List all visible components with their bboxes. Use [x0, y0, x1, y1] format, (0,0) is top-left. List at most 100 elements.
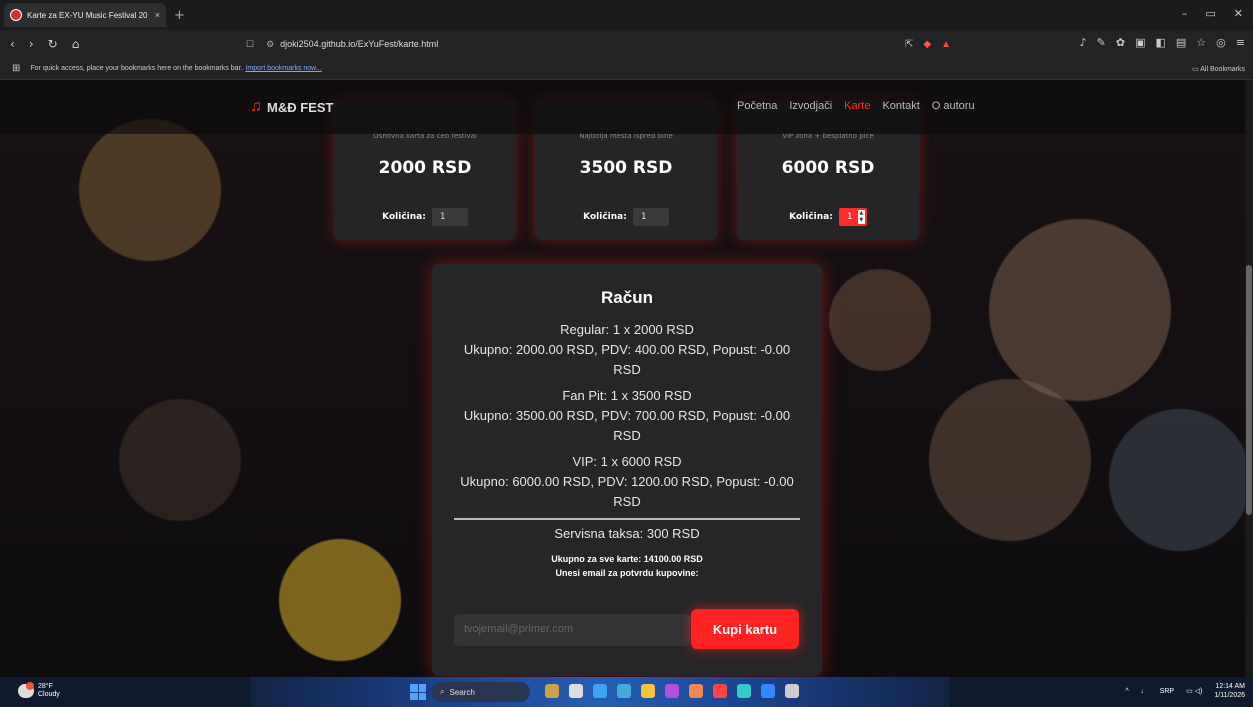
bill-item-line: VIP: 1 x 6000 RSD	[572, 454, 682, 469]
site-favicon-icon	[10, 9, 22, 21]
browser-tab[interactable]: Karte za EX-YU Music Festival 20 ×	[4, 3, 166, 27]
brave-app-icon[interactable]	[713, 684, 727, 698]
game-app-icon[interactable]	[689, 684, 703, 698]
bill-item-total: Ukupno: 2000.00 RSD, PDV: 400.00 RSD, Po…	[463, 342, 791, 377]
quantity-label: Količina:	[789, 212, 833, 222]
heart-app-icon[interactable]	[665, 684, 679, 698]
chrome-app-icon[interactable]	[737, 684, 751, 698]
bill-item-fanpit: Fan Pit: 1 x 3500 RSD Ukupno: 3500.00 RS…	[432, 386, 822, 446]
menu-item-pocetna[interactable]: Početna	[737, 100, 777, 112]
sidebar-icon[interactable]: ◧	[1155, 36, 1165, 49]
bill-item-vip: VIP: 1 x 6000 RSD Ukupno: 6000.00 RSD, P…	[432, 452, 822, 512]
all-bookmarks-label: All Bookmarks	[1200, 65, 1245, 73]
calculator-icon[interactable]	[785, 684, 799, 698]
tab-close-icon[interactable]: ×	[155, 10, 160, 20]
grand-total: Ukupno za sve karte: 14100.00 RSD	[551, 554, 703, 564]
start-button[interactable]	[410, 684, 426, 700]
clock[interactable]: 12:14 AM 1/11/2026	[1214, 682, 1245, 700]
ticket-price: 3500 RSD	[579, 158, 673, 178]
site-info-icon[interactable]: ⚙	[266, 39, 274, 50]
scrollbar-thumb[interactable]	[1246, 265, 1252, 515]
tab-title: Karte za EX-YU Music Festival 20	[27, 10, 148, 20]
import-bookmarks-link[interactable]: Import bookmarks now...	[245, 65, 321, 72]
quantity-label: Količina:	[583, 212, 627, 222]
menu-icon[interactable]: ≡	[1236, 36, 1245, 49]
minimize-icon[interactable]: –	[1182, 7, 1188, 20]
vpn-icon[interactable]: ◎	[1216, 36, 1226, 49]
email-input[interactable]: tvojemail@primer.com	[454, 614, 690, 646]
quantity-input-vip[interactable]: 1 ▲ ▼	[838, 208, 867, 226]
bill-item-line: Fan Pit: 1 x 3500 RSD	[562, 388, 692, 403]
bookmarks-bar: ⊞ For quick access, place your bookmarks…	[0, 58, 1253, 80]
ticket-price: 2000 RSD	[378, 158, 472, 178]
service-fee: Servisna taksa: 300 RSD	[554, 526, 700, 541]
bookmarks-hint: For quick access, place your bookmarks h…	[30, 65, 243, 72]
menu-item-o-autoru[interactable]: O autoru	[932, 100, 975, 112]
vscode-icon[interactable]	[761, 684, 775, 698]
bookmark-icon[interactable]: ☐	[246, 39, 254, 50]
extensions-icon[interactable]: ✿	[1116, 36, 1125, 49]
browser-toolbar: ♪ ✎ ✿ ▣ ◧ ▤ ☆ ◎ ≡	[1080, 36, 1245, 49]
weather-temp: 28°F	[38, 683, 53, 690]
email-prompt: Unesi email za potvrdu kupovine:	[555, 568, 699, 578]
favorites-icon[interactable]: ☆	[1196, 36, 1206, 49]
restore-icon[interactable]: ▭	[1205, 7, 1215, 20]
reader-icon[interactable]: ♪	[1080, 36, 1087, 49]
home-icon[interactable]: ⌂	[72, 37, 80, 51]
brave-shield-icon[interactable]: ◆	[923, 39, 931, 50]
forward-icon[interactable]: ›	[29, 37, 34, 51]
page-scrollbar[interactable]	[1245, 80, 1253, 677]
music-note-icon: ♫	[250, 98, 262, 115]
clock-date: 1/11/2026	[1214, 692, 1245, 699]
language-indicator[interactable]: SRP	[1160, 688, 1174, 695]
close-window-icon[interactable]: ✕	[1234, 7, 1243, 20]
menu-item-kontakt[interactable]: Kontakt	[882, 100, 919, 112]
weather-condition: Cloudy	[38, 691, 60, 698]
site-menu: Početna Izvodjači Karte Kontakt O autoru	[737, 100, 975, 112]
folder-app-icon[interactable]	[641, 684, 655, 698]
new-tab-button[interactable]: +	[174, 8, 185, 23]
edge-icon[interactable]	[593, 684, 607, 698]
buy-ticket-button[interactable]: Kupi kartu	[691, 609, 799, 649]
share-icon[interactable]: ⇱	[905, 39, 913, 50]
bill-item-line: Regular: 1 x 2000 RSD	[560, 322, 694, 337]
bill-item-regular: Regular: 1 x 2000 RSD Ukupno: 2000.00 RS…	[432, 320, 822, 380]
all-bookmarks-button[interactable]: ▭ All Bookmarks	[1192, 65, 1245, 73]
spinner-icon[interactable]: ▲ ▼	[857, 210, 865, 224]
file-explorer-icon[interactable]	[569, 684, 583, 698]
widgets-icon[interactable]	[545, 684, 559, 698]
menu-item-karte[interactable]: Karte	[844, 100, 870, 112]
weather-icon	[18, 682, 34, 698]
bill-divider	[454, 518, 800, 520]
browser-tabbar: Karte za EX-YU Music Festival 20 × + – ▭…	[0, 0, 1253, 30]
rewards-icon[interactable]: ▲	[941, 39, 951, 50]
bill-item-total: Ukupno: 6000.00 RSD, PDV: 1200.00 RSD, P…	[460, 474, 794, 509]
quantity-input-regular[interactable]: 1	[431, 208, 468, 226]
bill-item-total: Ukupno: 3500.00 RSD, PDV: 700.00 RSD, Po…	[463, 408, 791, 443]
mic-icon[interactable]: ♩	[1141, 688, 1148, 695]
taskbar-apps	[545, 684, 799, 698]
address-bar[interactable]: ☐ ⚙ djoki2504.github.io/ExYuFest/karte.h…	[236, 34, 971, 54]
site-logo[interactable]: ♫ M&Đ FEST	[250, 98, 333, 116]
quantity-label: Količina:	[382, 212, 426, 222]
weather-widget[interactable]: 28°F Cloudy	[18, 682, 60, 699]
network-volume-icon[interactable]: ▭ ◁)	[1186, 687, 1202, 695]
taskbar-search[interactable]: ⌕ Search	[432, 682, 530, 702]
teams-icon[interactable]	[617, 684, 631, 698]
pen-icon[interactable]: ✎	[1097, 36, 1106, 49]
bill-title: Račun	[601, 288, 653, 307]
screenshot-icon[interactable]: ▣	[1135, 36, 1145, 49]
tray-chevron-icon[interactable]: ^	[1125, 688, 1128, 695]
logo-text: M&Đ FEST	[267, 99, 334, 115]
reload-icon[interactable]: ↻	[48, 37, 58, 51]
search-icon: ⌕	[440, 687, 445, 696]
back-icon[interactable]: ‹	[10, 37, 15, 51]
site-header: ♫ M&Đ FEST Početna Izvodjači Karte Konta…	[0, 80, 1245, 134]
apps-icon[interactable]: ⊞	[12, 63, 20, 74]
quantity-input-fanpit[interactable]: 1	[632, 208, 669, 226]
window-controls: – ▭ ✕	[1182, 7, 1243, 20]
tabs-icon[interactable]: ▤	[1176, 36, 1186, 49]
page-content: Osnovna karta za ceo festival 2000 RSD K…	[0, 80, 1253, 677]
menu-item-izvodjaci[interactable]: Izvodjači	[789, 100, 832, 112]
ticket-price: 6000 RSD	[781, 158, 875, 178]
